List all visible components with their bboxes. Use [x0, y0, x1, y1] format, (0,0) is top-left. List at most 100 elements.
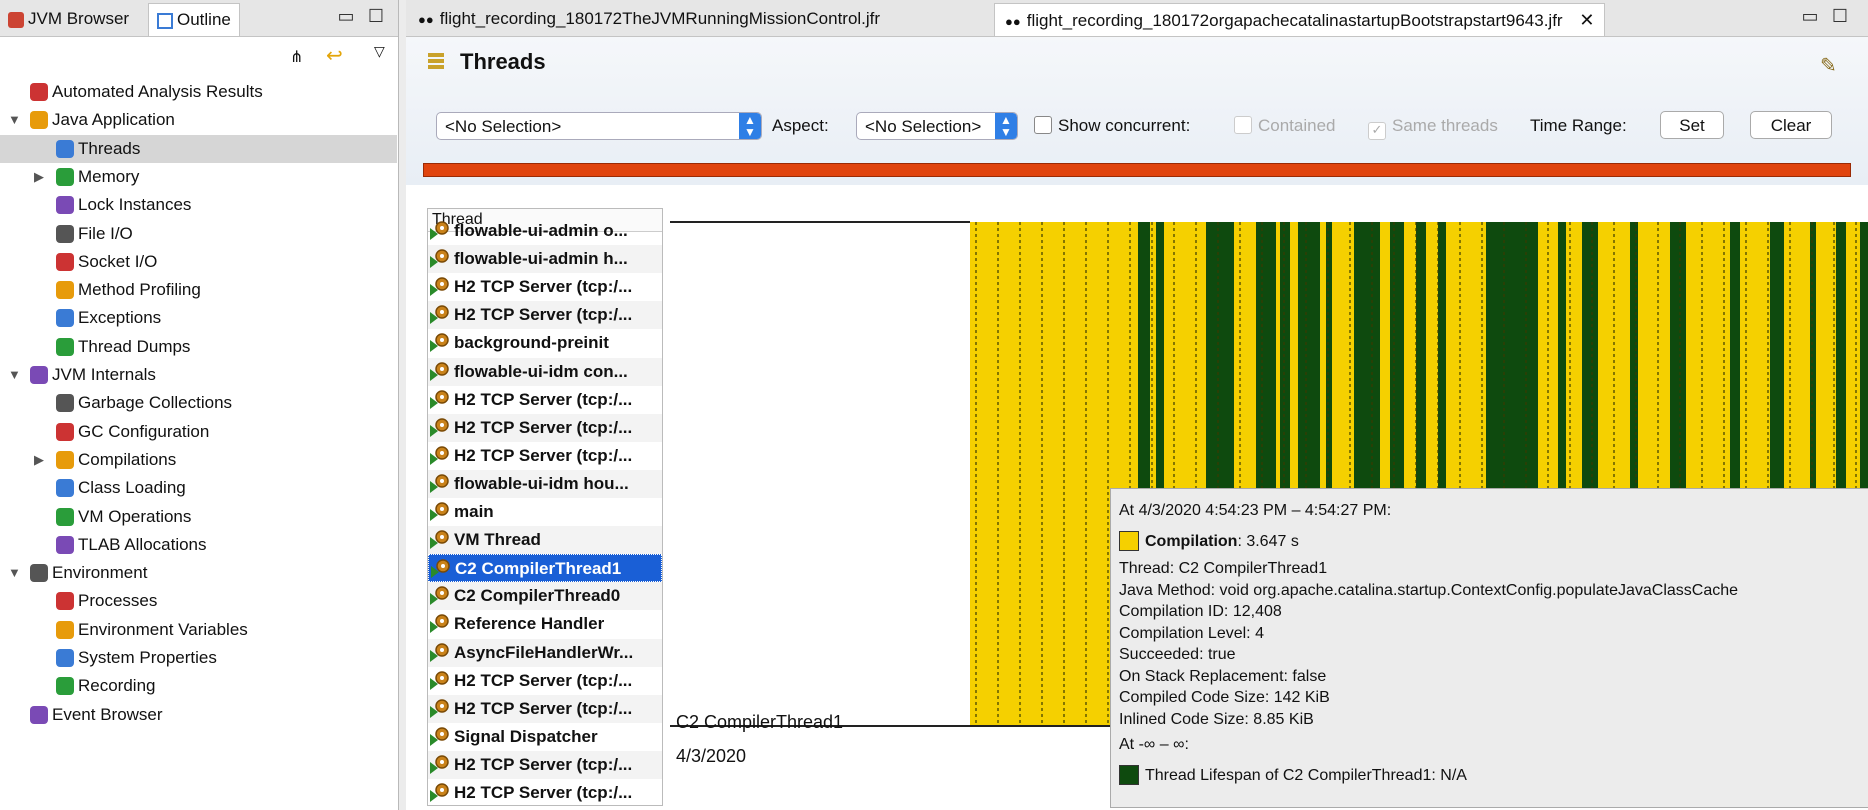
thread-name: H2 TCP Server (tcp:/... — [454, 754, 633, 774]
tree-item[interactable]: Processes — [0, 587, 397, 615]
time-range-label: Time Range: — [1530, 116, 1627, 135]
thread-row[interactable]: C2 CompilerThread0 — [428, 582, 662, 611]
thread-row[interactable]: H2 TCP Server (tcp:/... — [428, 386, 662, 414]
tree-item-label: Socket I/O — [78, 251, 158, 271]
thread-row[interactable]: H2 TCP Server (tcp:/... — [428, 273, 662, 301]
tab-outline[interactable]: Outline — [148, 3, 240, 36]
tree-item[interactable]: System Properties — [0, 644, 397, 672]
tab-recording-1[interactable]: ●● flight_recording_180172TheJVMRunningMi… — [408, 3, 890, 35]
thread-name: H2 TCP Server (tcp:/... — [454, 698, 633, 718]
expand-arrow-icon[interactable]: ▼ — [8, 559, 22, 587]
tooltip-lifespan: Thread Lifespan of C2 CompilerThread1: N… — [1119, 765, 1467, 786]
editor-tab-bar: ●● flight_recording_180172TheJVMRunningMi… — [406, 0, 1868, 37]
tree-item[interactable]: GC Configuration — [0, 418, 397, 446]
tree-item[interactable]: File I/O — [0, 220, 397, 248]
edit-icon[interactable]: ✎ — [1820, 53, 1837, 78]
tree-item[interactable]: ▼ Java Application — [0, 106, 397, 134]
tree-item-label: Exceptions — [78, 308, 162, 328]
tree-item[interactable]: Class Loading — [0, 474, 397, 502]
expand-arrow-icon[interactable]: ▼ — [8, 361, 22, 389]
tree-item[interactable]: Threads — [0, 134, 397, 163]
thread-row[interactable]: main — [428, 498, 662, 526]
thread-row[interactable]: H2 TCP Server (tcp:/... — [428, 779, 662, 805]
tree-item-label: Environment — [52, 563, 148, 583]
tooltip-field: Compilation ID: 12,408 — [1119, 603, 1282, 620]
maximize-icon[interactable]: ☐ — [1830, 6, 1850, 26]
checkbox-icon — [1034, 116, 1052, 134]
tree-item[interactable]: Exceptions — [0, 304, 397, 332]
sync-icon[interactable]: ↩ — [326, 43, 348, 67]
thread-list[interactable]: Thread flowable-ui-admin o... flowable-ui… — [427, 208, 663, 806]
close-icon[interactable]: ✕ — [1579, 10, 1594, 30]
tree-item[interactable]: ▼ JVM Internals — [0, 361, 397, 389]
tree-node-icon — [56, 139, 74, 158]
time-range-bar[interactable] — [423, 163, 1851, 177]
thread-row[interactable]: Reference Handler — [428, 610, 662, 638]
thread-row[interactable]: C2 CompilerThread1 — [428, 554, 662, 583]
outline-icon — [157, 13, 173, 29]
tab-jvm-browser[interactable]: JVM Browser — [0, 3, 137, 35]
tree-item[interactable]: Recording — [0, 672, 397, 700]
lifespan-swatch — [1119, 765, 1139, 785]
maximize-icon[interactable]: ☐ — [366, 6, 386, 26]
tree-node-icon — [56, 337, 74, 356]
thread-icon — [428, 445, 450, 465]
tree-item[interactable]: TLAB Allocations — [0, 531, 397, 559]
collapse-arrow-icon[interactable]: ▶ — [34, 446, 48, 474]
thread-row[interactable]: flowable-ui-idm hou... — [428, 469, 662, 498]
tree-item[interactable]: ▼ Environment — [0, 559, 397, 587]
minimize-icon[interactable]: ▭ — [1800, 6, 1820, 26]
thread-row[interactable]: H2 TCP Server (tcp:/... — [428, 667, 662, 695]
left-tab-bar: JVM Browser Outline ▭ ☐ — [0, 0, 398, 37]
tree-item[interactable]: Environment Variables — [0, 616, 397, 644]
tree-node-icon — [56, 649, 74, 667]
tree-item[interactable]: ▶ Compilations — [0, 446, 397, 474]
clear-button[interactable]: Clear — [1750, 111, 1832, 139]
tree-item[interactable]: Method Profiling — [0, 276, 397, 304]
expand-arrow-icon[interactable]: ▼ — [8, 106, 22, 134]
thread-row[interactable]: H2 TCP Server (tcp:/... — [428, 413, 662, 442]
view-menu-icon[interactable]: ▽ — [374, 43, 390, 63]
thread-row[interactable]: Signal Dispatcher — [428, 723, 662, 751]
thread-row[interactable]: flowable-ui-admin o... — [428, 217, 662, 245]
thread-name: Signal Dispatcher — [454, 726, 598, 746]
collapse-arrow-icon[interactable]: ▶ — [34, 163, 48, 191]
selection-combo[interactable]: <No Selection> ▲ ▼ — [436, 112, 762, 140]
tree-node-icon — [30, 111, 48, 130]
chevron-updown-icon: ▲ ▼ — [995, 113, 1017, 139]
thread-row[interactable]: H2 TCP Server (tcp:/... — [428, 694, 662, 723]
thread-row[interactable]: H2 TCP Server (tcp:/... — [428, 301, 662, 330]
thread-name: Reference Handler — [454, 614, 605, 634]
tree-item[interactable]: Garbage Collections — [0, 389, 397, 417]
tree-node-icon — [56, 592, 74, 611]
tree-item[interactable]: ▶ Memory — [0, 163, 397, 191]
thread-icon — [428, 332, 450, 353]
tree-item[interactable]: Event Browser — [0, 701, 397, 729]
hierarchy-icon[interactable]: ⋔ — [290, 47, 312, 67]
tree-item[interactable]: Thread Dumps — [0, 333, 397, 361]
aspect-combo[interactable]: <No Selection> ▲ ▼ — [856, 112, 1018, 140]
thread-name: H2 TCP Server (tcp:/... — [454, 389, 633, 409]
tree-item[interactable]: VM Operations — [0, 503, 397, 531]
tree-item-label: Memory — [78, 166, 140, 186]
tree-item[interactable]: Socket I/O — [0, 248, 397, 276]
thread-row[interactable]: flowable-ui-idm con... — [428, 357, 662, 386]
tooltip-field: Java Method: void org.apache.catalina.st… — [1119, 581, 1739, 599]
set-button[interactable]: Set — [1660, 111, 1724, 139]
thread-name: H2 TCP Server (tcp:/... — [454, 417, 633, 437]
thread-row[interactable]: flowable-ui-admin h... — [428, 245, 662, 274]
thread-row[interactable]: H2 TCP Server (tcp:/... — [428, 442, 662, 470]
tab-recording-2[interactable]: ●● flight_recording_180172orgapachecatali… — [994, 3, 1606, 36]
thread-row[interactable]: background-preinit — [428, 329, 662, 357]
tree-item[interactable]: Lock Instances — [0, 191, 397, 219]
thread-row[interactable]: H2 TCP Server (tcp:/... — [428, 750, 662, 779]
thread-row[interactable]: VM Thread — [428, 526, 662, 555]
tree-node-icon — [56, 677, 74, 696]
minimize-icon[interactable]: ▭ — [336, 6, 356, 26]
contained-checkbox[interactable]: Contained — [1234, 112, 1336, 140]
tree-item[interactable]: Automated Analysis Results — [0, 78, 397, 106]
same-threads-checkbox[interactable]: ✓ Same threads — [1368, 112, 1498, 140]
thread-name: flowable-ui-idm con... — [454, 361, 628, 381]
thread-row[interactable]: AsyncFileHandlerWr... — [428, 638, 662, 667]
show-concurrent-checkbox[interactable]: Show concurrent: — [1034, 112, 1190, 140]
